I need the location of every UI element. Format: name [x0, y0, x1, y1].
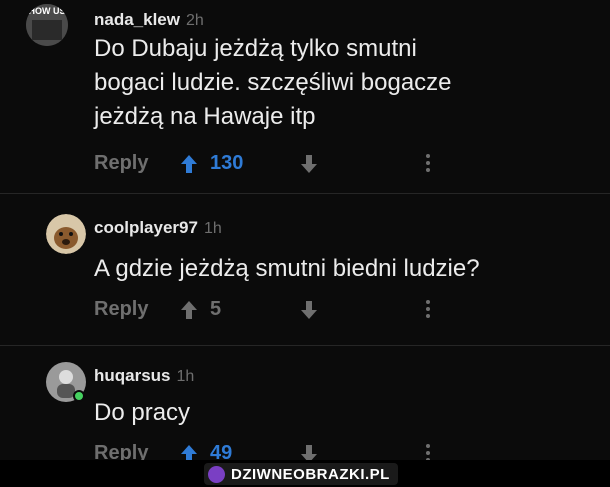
avatar[interactable]: HOW US: [26, 4, 68, 46]
avatar[interactable]: [46, 214, 86, 254]
comment-thread: HOW US nada_klew 2h Do Dubaju jeżdżą tylk…: [0, 0, 610, 460]
reply-button[interactable]: Reply: [94, 298, 148, 321]
comment-actions: Reply 130: [94, 152, 594, 182]
vote-count: 49: [210, 442, 233, 460]
arrow-up-icon[interactable]: [180, 300, 198, 320]
arrow-down-icon[interactable]: [300, 154, 318, 174]
avatar-text: HOW US: [28, 6, 66, 16]
comment-body: Do Dubaju jeżdżą tylko smutni bogaci lud…: [94, 32, 596, 134]
comment-author[interactable]: nada_klew 2h: [94, 10, 204, 30]
vote-count: 5: [210, 298, 222, 320]
comment-nada-klew: HOW US nada_klew 2h Do Dubaju jeżdżą tylk…: [0, 0, 610, 192]
timestamp: 1h: [203, 220, 222, 237]
comment-body-line: Do pracy: [94, 399, 191, 426]
reply-button[interactable]: Reply: [94, 152, 148, 175]
username-text: huqarsus: [94, 366, 171, 385]
brand-text: DZIWNEOBRAZKI.PL: [231, 465, 390, 483]
more-vertical-icon[interactable]: [425, 442, 431, 460]
comment-actions: Reply 49: [94, 442, 594, 460]
arrow-down-icon[interactable]: [300, 444, 318, 460]
comment-body-line: A gdzie jeżdżą smutni biedni ludzie?: [94, 255, 480, 282]
comment-body-line: bogaci ludzie. szczęśliwi bogacze: [94, 69, 452, 96]
comment-author[interactable]: coolplayer97 1h: [94, 218, 222, 238]
watermark-bar: DZIWNEOBRAZKI.PL: [0, 460, 610, 487]
comment-huqarsus: huqarsus 1h Do pracy Reply 49: [0, 346, 610, 460]
username-text: nada_klew: [94, 10, 180, 29]
comment-actions: Reply 5: [94, 298, 594, 328]
arrow-up-icon[interactable]: [180, 154, 198, 174]
vote-count: 130: [210, 152, 244, 174]
username-text: coolplayer97: [94, 218, 198, 237]
comment-coolplayer97: coolplayer97 1h A gdzie jeżdżą smutni bie…: [0, 194, 610, 344]
arrow-down-icon[interactable]: [300, 300, 318, 320]
arrow-up-icon[interactable]: [180, 444, 198, 460]
timestamp: 1h: [176, 368, 195, 385]
online-indicator: [73, 390, 85, 402]
reply-button[interactable]: Reply: [94, 442, 148, 460]
timestamp: 2h: [186, 12, 204, 29]
comment-body: A gdzie jeżdżą smutni biedni ludzie?: [94, 252, 596, 286]
brand-logo-icon: [208, 465, 225, 483]
comment-body-line: Do Dubaju jeżdżą tylko smutni: [94, 35, 417, 62]
comment-author[interactable]: huqarsus 1h: [94, 366, 194, 386]
site-watermark[interactable]: DZIWNEOBRAZKI.PL: [204, 463, 398, 485]
more-vertical-icon[interactable]: [425, 298, 431, 322]
comment-body-line: jeżdżą na Hawaje itp: [94, 103, 316, 130]
avatar[interactable]: [46, 362, 86, 402]
comment-body: Do pracy: [94, 396, 596, 430]
more-vertical-icon[interactable]: [425, 152, 431, 176]
